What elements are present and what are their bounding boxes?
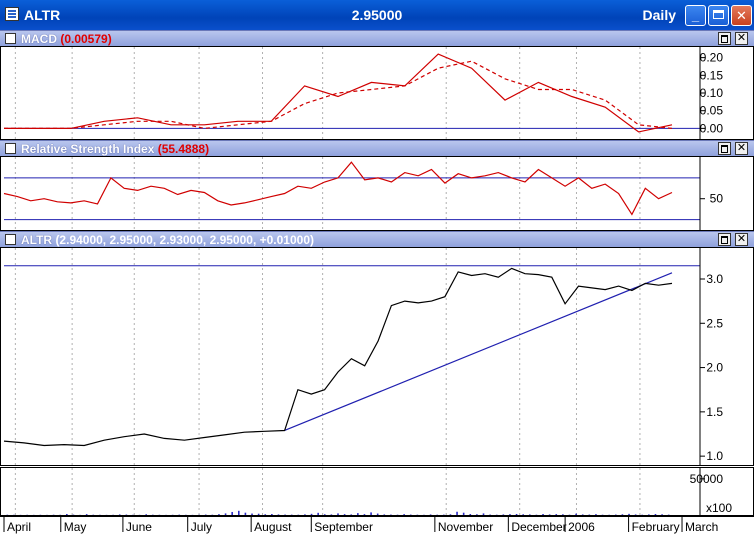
- macd-y-tick-label: 0.20: [700, 51, 724, 65]
- volume-y-tick-label: 50000: [690, 472, 724, 486]
- macd-y-tick-label: 0.10: [700, 86, 724, 100]
- price-y-tick-label: 2.0: [706, 361, 723, 375]
- grid-lines: [14, 47, 641, 515]
- macd-y-tick-label: 0.15: [700, 68, 724, 82]
- price-y-tick-label: 2.5: [706, 316, 723, 330]
- pane-frames: [0, 46, 754, 516]
- rsi-line[interactable]: [3, 161, 673, 216]
- macd-signal-line[interactable]: [4, 60, 673, 130]
- macd-line[interactable]: [4, 53, 673, 133]
- x-tick-label: June: [126, 520, 152, 534]
- trend-line[interactable]: [284, 272, 673, 432]
- x-tick-label: November: [438, 520, 493, 534]
- x-tick-label: August: [254, 520, 292, 534]
- x-tick-label: July: [191, 520, 212, 534]
- volume-unit-label: x100: [706, 501, 732, 515]
- x-tick-label: September: [314, 520, 373, 534]
- x-tick-label: May: [64, 520, 87, 534]
- price-y-tick-label: 1.0: [706, 449, 723, 463]
- price-line[interactable]: [3, 267, 673, 447]
- x-tick-label: 2006: [568, 520, 595, 534]
- x-tick-label: February: [632, 520, 680, 534]
- x-tick-label: December: [511, 520, 566, 534]
- vol-pane-frame: [0, 467, 754, 516]
- x-tick-label: April: [7, 520, 31, 534]
- charts-canvas[interactable]: 0.200.150.100.050.00 50 3.02.52.01.51.0 …: [0, 0, 754, 538]
- price-y-tick-label: 1.5: [706, 405, 723, 419]
- rsi-chart[interactable]: 50: [3, 161, 724, 221]
- x-axis: April May June July August September November D…: [0, 516, 754, 538]
- price-chart[interactable]: 3.0 2.5 2.0 1.5 1.0: [3, 265, 723, 463]
- rsi-y-tick-label: 50: [710, 192, 724, 206]
- volume-chart[interactable]: 50000: [6, 472, 724, 515]
- macd-y-tick-label: 0.00: [700, 121, 724, 135]
- macd-chart[interactable]: 0.20 0.15 0.10 0.05 0.00: [4, 51, 723, 136]
- price-y-tick-label: 3.0: [706, 272, 723, 286]
- x-tick-label: March: [685, 520, 718, 534]
- price-pane-frame: [0, 247, 754, 466]
- macd-y-tick-label: 0.05: [700, 104, 724, 118]
